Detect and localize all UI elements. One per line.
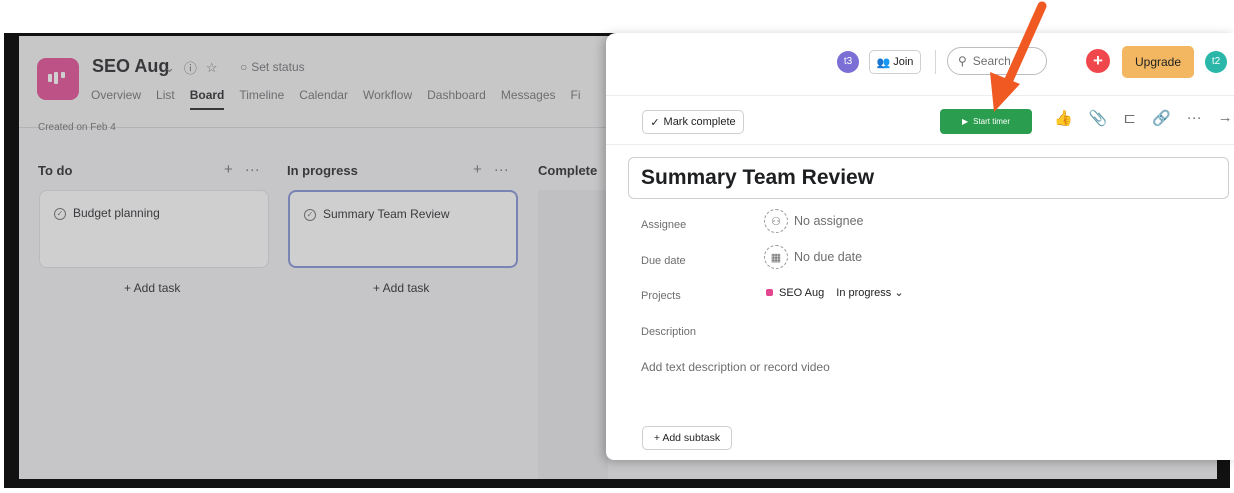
column-title-in-progress: In progress <box>287 163 358 178</box>
task-card[interactable]: ✓ Budget planning <box>39 190 269 268</box>
tab-workflow[interactable]: Workflow <box>363 88 412 110</box>
task-toolbar: ✓ Mark complete ▶ Start timer 👍 📎 ⊏ 🔗 ··… <box>606 95 1234 145</box>
status-circle-icon: ○ <box>240 60 248 74</box>
avatar[interactable]: t3 <box>837 51 859 73</box>
due-date-label: Due date <box>641 255 686 267</box>
tab-timeline[interactable]: Timeline <box>239 88 284 110</box>
user-icon: ⚇ <box>764 209 788 233</box>
check-icon: ✓ <box>650 116 660 129</box>
subtask-icon[interactable]: ⊏ <box>1123 109 1136 127</box>
column-title-complete: Complete <box>538 163 598 178</box>
screen: SEO Aug ⌄ ⓘ ☆ ○ Set status Overview List… <box>0 0 1234 493</box>
more-icon[interactable]: ··· <box>1187 109 1202 127</box>
tab-files[interactable]: Fi <box>571 88 581 110</box>
link-icon[interactable]: 🔗 <box>1152 109 1171 127</box>
column-complete <box>538 190 608 479</box>
task-title-input[interactable]: Summary Team Review <box>628 157 1229 199</box>
panel-topbar: t3 👥 Join ⚲ Search + Upgrade t2 <box>606 33 1234 93</box>
people-icon: 👥 <box>876 56 891 69</box>
add-task-button[interactable]: + Add task <box>373 281 429 295</box>
description-input[interactable]: Add text description or record video <box>641 360 830 374</box>
tab-dashboard[interactable]: Dashboard <box>427 88 486 110</box>
project-title[interactable]: SEO Aug <box>92 56 169 77</box>
add-task-button[interactable]: + Add task <box>124 281 180 295</box>
join-button[interactable]: 👥 Join <box>869 50 921 74</box>
more-icon[interactable]: ··· <box>245 161 260 178</box>
task-toolbar-icons: 👍 📎 ⊏ 🔗 ··· →| <box>1054 109 1234 127</box>
search-icon: ⚲ <box>958 54 967 68</box>
created-date: Created on Feb 4 <box>38 122 116 133</box>
set-status-button[interactable]: ○ Set status <box>240 60 305 74</box>
tab-messages[interactable]: Messages <box>501 88 556 110</box>
description-label: Description <box>641 326 697 338</box>
plus-icon[interactable]: + <box>224 161 233 178</box>
avatar[interactable]: t2 <box>1205 51 1227 73</box>
task-card-title: Budget planning <box>73 206 160 220</box>
project-tabs: Overview List Board Timeline Calendar Wo… <box>91 88 581 110</box>
check-circle-icon[interactable]: ✓ <box>54 208 66 220</box>
task-card-selected[interactable]: ✓ Summary Team Review <box>288 190 518 268</box>
create-button[interactable]: + <box>1086 49 1110 73</box>
section-dropdown[interactable]: In progress ⌄ <box>836 286 903 299</box>
column-tools-todo: + ··· <box>224 161 260 178</box>
tab-overview[interactable]: Overview <box>91 88 141 110</box>
add-subtask-button[interactable]: + Add subtask <box>642 426 732 450</box>
task-card-title: Summary Team Review <box>323 207 450 221</box>
tab-board[interactable]: Board <box>189 88 225 110</box>
close-panel-icon[interactable]: →| <box>1218 109 1234 127</box>
start-timer-button[interactable]: ▶ Start timer <box>940 109 1032 134</box>
chevron-down-icon: ⌄ <box>894 287 904 299</box>
tab-calendar[interactable]: Calendar <box>299 88 348 110</box>
search-input[interactable]: ⚲ Search <box>947 47 1047 75</box>
assignee-field[interactable]: ⚇ No assignee <box>764 209 864 233</box>
divider <box>935 50 936 74</box>
thumbs-up-icon[interactable]: 👍 <box>1054 109 1073 127</box>
tab-list[interactable]: List <box>156 88 175 110</box>
mark-complete-button[interactable]: ✓ Mark complete <box>642 110 744 134</box>
project-board-icon[interactable] <box>37 58 79 100</box>
project-color-dot <box>766 289 773 296</box>
info-icon[interactable]: ⓘ <box>184 58 197 77</box>
more-icon[interactable]: ··· <box>494 161 509 178</box>
upgrade-button[interactable]: Upgrade <box>1122 46 1194 78</box>
task-detail-panel: t3 👥 Join ⚲ Search + Upgrade t2 ✓ Mark c… <box>606 33 1234 460</box>
chevron-down-icon[interactable]: ⌄ <box>164 60 175 76</box>
column-tools-in-progress: + ··· <box>473 161 509 178</box>
assignee-label: Assignee <box>641 219 687 231</box>
attachment-icon[interactable]: 📎 <box>1089 109 1108 127</box>
star-icon[interactable]: ☆ <box>206 60 218 76</box>
calendar-icon: ▦ <box>764 245 788 269</box>
play-icon: ▶ <box>961 117 969 126</box>
plus-icon[interactable]: + <box>473 161 482 178</box>
project-tag[interactable]: SEO Aug In progress ⌄ <box>766 286 904 299</box>
due-date-field[interactable]: ▦ No due date <box>764 245 862 269</box>
column-title-todo: To do <box>38 163 73 178</box>
projects-label: Projects <box>641 290 681 302</box>
check-circle-icon[interactable]: ✓ <box>304 209 316 221</box>
project-header-icons: ⌄ ⓘ ☆ <box>164 58 218 77</box>
